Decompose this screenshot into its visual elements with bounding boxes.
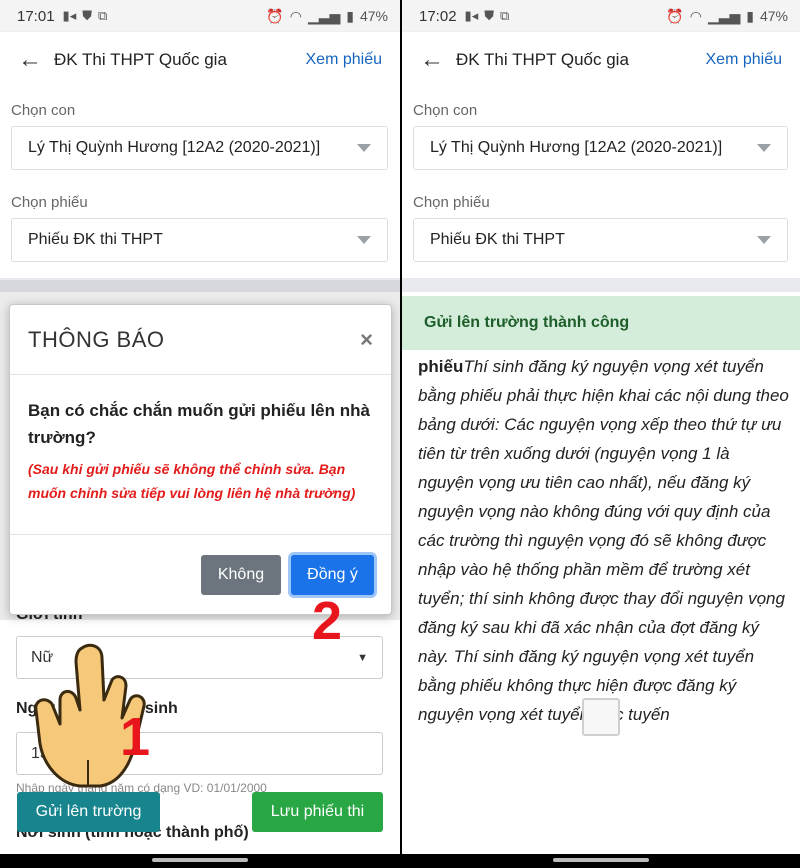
phone-screen-left: 17:01 ▮◂ ⛊ ⧉ ⏰ ◠ ▁▃▅ ▮ 47% ← ĐK Thi THPT… [0, 0, 400, 868]
paragraph-lead: phiếu [418, 357, 464, 376]
ballot-select-value: Phiếu ĐK thi THPT [430, 231, 565, 248]
dialog-warning: (Sau khi gửi phiếu sẽ không thể chỉnh sử… [28, 461, 356, 501]
save-ballot-button[interactable]: Lưu phiếu thi [252, 792, 383, 832]
signal-icon: ▁▃▅ [307, 7, 341, 24]
step-number-1: 1 [120, 707, 151, 767]
home-indicator[interactable] [553, 858, 649, 862]
submit-to-school-button[interactable]: Gửi lên trường [17, 792, 160, 832]
wifi-icon: ◠ [289, 7, 302, 24]
ballot-select[interactable]: Phiếu ĐK thi THPT [413, 218, 788, 262]
instructions-paragraph: phiếuThí sinh đăng ký nguyện vọng xét tu… [418, 352, 790, 729]
ballot-label: Chọn phiếu [413, 194, 490, 211]
child-label: Chọn con [413, 102, 478, 119]
view-ballot-link[interactable]: Xem phiếu [706, 51, 783, 69]
chevron-down-icon: ▼ [357, 651, 368, 664]
page-title: ĐK Thi THPT Quốc gia [456, 50, 629, 69]
ballot-label: Chọn phiếu [11, 194, 88, 211]
signal-icon: ▁▃▅ [707, 7, 741, 24]
confirm-dialog: THÔNG BÁO × Bạn có chắc chắn muốn gửi ph… [9, 304, 392, 615]
dialog-question: Bạn có chắc chắn muốn gửi phiếu lên nhà … [28, 401, 370, 447]
battery-level: 47% [359, 8, 388, 24]
view-ballot-link[interactable]: Xem phiếu [306, 51, 383, 69]
success-toast: Gửi lên trường thành công [402, 296, 800, 350]
step-number-2: 2 [312, 591, 343, 651]
confirm-checkbox[interactable] [582, 698, 620, 736]
video-icon: ▮◂ [464, 8, 479, 23]
back-arrow-icon[interactable]: ← [420, 46, 444, 74]
child-select[interactable]: Lý Thị Quỳnh Hương [12A2 (2020-2021)] [11, 126, 388, 170]
alarm-icon: ⏰ [266, 7, 284, 24]
status-bar: 17:01 ▮◂ ⛊ ⧉ ⏰ ◠ ▁▃▅ ▮ 47% [0, 0, 400, 32]
app-bar: ← ĐK Thi THPT Quốc gia Xem phiếu [402, 32, 800, 88]
section-divider [402, 278, 800, 292]
home-indicator[interactable] [152, 858, 248, 862]
status-bar: 17:02 ▮◂ ⛊ ⧉ ⏰ ◠ ▁▃▅ ▮ 47% [402, 0, 800, 32]
chevron-down-icon [357, 144, 371, 152]
battery-icon: ▮ [346, 7, 354, 24]
paragraph-text: Thí sinh đăng ký nguyện vọng xét tuyển b… [418, 357, 789, 724]
phone-screen-right: 17:02 ▮◂ ⛊ ⧉ ⏰ ◠ ▁▃▅ ▮ 47% ← ĐK Thi THPT… [402, 0, 800, 868]
child-select-value: Lý Thị Quỳnh Hương [12A2 (2020-2021)] [430, 139, 723, 156]
cancel-button[interactable]: Không [201, 555, 281, 595]
dialog-header: THÔNG BÁO × [10, 305, 391, 375]
translate-icon: ⧉ [98, 8, 108, 23]
video-icon: ▮◂ [62, 8, 77, 23]
ballot-select-value: Phiếu ĐK thi THPT [28, 231, 163, 248]
dialog-body: Bạn có chắc chắn muốn gửi phiếu lên nhà … [10, 375, 391, 535]
alarm-icon: ⏰ [666, 7, 684, 24]
chevron-down-icon [757, 144, 771, 152]
system-nav-bar [402, 854, 800, 868]
status-time: 17:01 [17, 7, 55, 25]
shield-icon: ⛊ [484, 8, 494, 23]
chevron-down-icon [757, 236, 771, 244]
dialog-title: THÔNG BÁO [28, 326, 165, 352]
status-time: 17:02 [419, 7, 457, 25]
page-title: ĐK Thi THPT Quốc gia [54, 50, 227, 69]
translate-icon: ⧉ [500, 8, 510, 23]
shield-icon: ⛊ [82, 8, 92, 23]
back-arrow-icon[interactable]: ← [18, 46, 42, 74]
ballot-select[interactable]: Phiếu ĐK thi THPT [11, 218, 388, 262]
battery-icon: ▮ [746, 7, 754, 24]
child-select-value: Lý Thị Quỳnh Hương [12A2 (2020-2021)] [28, 139, 321, 156]
close-icon[interactable]: × [360, 327, 373, 353]
battery-level: 47% [759, 8, 788, 24]
wifi-icon: ◠ [689, 7, 702, 24]
system-nav-bar [0, 854, 400, 868]
child-select[interactable]: Lý Thị Quỳnh Hương [12A2 (2020-2021)] [413, 126, 788, 170]
chevron-down-icon [357, 236, 371, 244]
app-bar: ← ĐK Thi THPT Quốc gia Xem phiếu [0, 32, 400, 88]
child-label: Chọn con [11, 102, 76, 119]
confirm-button[interactable]: Đồng ý [291, 555, 374, 595]
